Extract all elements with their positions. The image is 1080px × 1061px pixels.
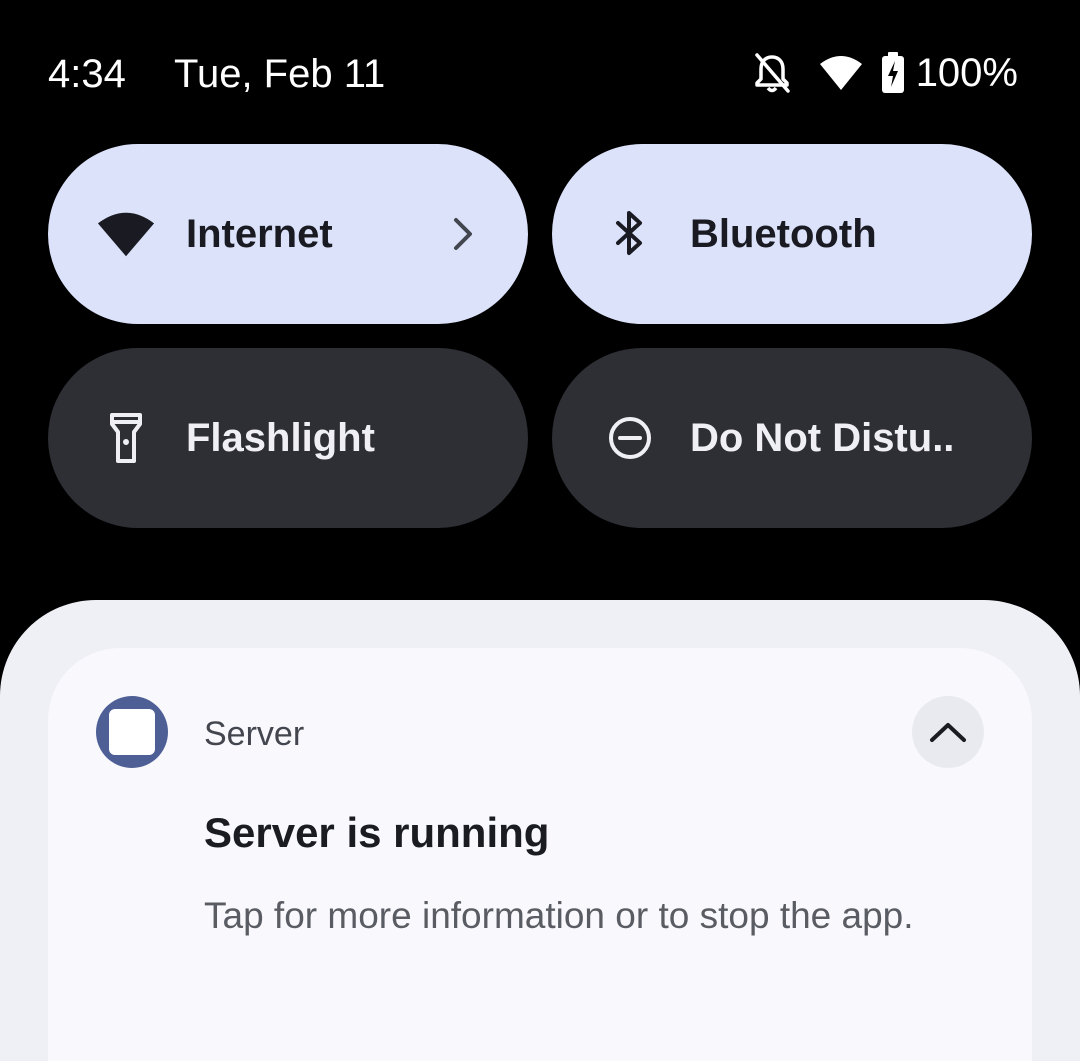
expand-button[interactable] [912,696,984,768]
status-bar: 4:34 Tue, Feb 11 100% [0,0,1080,140]
clock: 4:34 [48,52,126,96]
notification-app-name: Server [204,715,305,753]
notifications-off-icon [752,51,792,95]
chevron-up-icon [930,723,966,742]
tile-label: Do Not Distu.. [690,416,955,460]
tile-label: Flashlight [186,416,375,460]
tile-flashlight[interactable]: Flashlight [48,348,528,528]
wifi-icon [96,206,156,262]
bluetooth-icon [600,206,660,262]
tile-internet[interactable]: Internet [48,144,528,324]
wifi-icon [818,54,864,92]
square-app-icon [96,696,168,768]
tile-label: Internet [186,212,333,256]
flashlight-icon [96,410,156,466]
chevron-right-icon[interactable] [448,214,478,254]
status-icons: 100% [752,48,1018,98]
notification-card[interactable]: Server Server is running Tap for more in… [48,648,1032,1061]
tile-bluetooth[interactable]: Bluetooth [552,144,1032,324]
tile-do-not-disturb[interactable]: Do Not Distu.. [552,348,1032,528]
do-not-disturb-icon [600,410,660,466]
notification-body: Tap for more information or to stop the … [204,895,914,936]
battery-percent: 100% [915,51,1018,95]
notification-title: Server is running [204,809,550,856]
tile-label: Bluetooth [690,212,877,256]
battery-charging-icon [880,52,906,94]
date: Tue, Feb 11 [174,52,386,96]
